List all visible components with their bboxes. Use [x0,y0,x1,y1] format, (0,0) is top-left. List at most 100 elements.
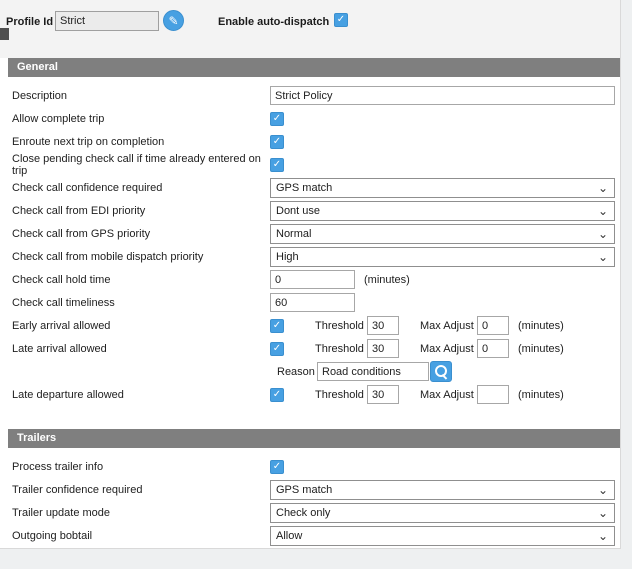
row-label: Late arrival allowed [12,343,270,355]
outgoing-bobtail-select[interactable]: Allow ⌄ [270,526,615,546]
late-arrival-checkbox[interactable]: ✓ [270,342,284,356]
process-trailer-info-checkbox[interactable]: ✓ [270,460,284,474]
row-close-pending-check-call: Close pending check call if time already… [12,153,620,176]
row-process-trailer-info: Process trailer info ✓ [12,455,620,478]
threshold-label: Threshold [315,343,367,355]
unit-label: (minutes) [518,389,564,401]
row-outgoing-bobtail: Outgoing bobtail Allow ⌄ [12,524,620,547]
late-arrival-max-adjust-input[interactable] [477,339,509,358]
top-bar: Profile Id ✎ Enable auto-dispatch ✓ [0,0,620,58]
row-label: Allow complete trip [12,113,270,125]
row-label: Check call from EDI priority [12,205,270,217]
chevron-down-icon: ⌄ [598,183,608,193]
check-icon: ✓ [273,461,281,473]
hold-time-input[interactable] [270,270,355,289]
reason-search-button[interactable] [430,361,452,382]
section-header-trailers: Trailers [8,429,620,448]
late-departure-checkbox[interactable]: ✓ [270,388,284,402]
select-value: High [276,251,299,263]
row-label: Process trailer info [12,461,270,473]
chevron-down-icon: ⌄ [598,252,608,262]
row-edi-priority: Check call from EDI priority Dont use ⌄ [12,199,620,222]
threshold-label: Threshold [315,320,367,332]
edi-priority-select[interactable]: Dont use ⌄ [270,201,615,221]
row-gps-priority: Check call from GPS priority Normal ⌄ [12,222,620,245]
row-timeliness: Check call timeliness [12,291,620,314]
profile-id-label: Profile Id [6,16,53,28]
row-label: Trailer update mode [12,507,270,519]
edit-profile-button[interactable]: ✎ [163,10,184,31]
enable-auto-dispatch-label: Enable auto-dispatch [218,16,329,28]
row-reason: Reason [12,360,620,383]
chevron-down-icon: ⌄ [598,229,608,239]
row-label: Close pending check call if time already… [12,153,270,177]
timeliness-input[interactable] [270,293,355,312]
search-icon [435,365,448,378]
close-pending-check-call-checkbox[interactable]: ✓ [270,158,284,172]
check-icon: ✓ [273,113,281,125]
row-allow-complete-trip: Allow complete trip ✓ [12,107,620,130]
row-trailer-update-mode: Trailer update mode Check only ⌄ [12,501,620,524]
max-adjust-label: Max Adjust [420,343,477,355]
early-arrival-checkbox[interactable]: ✓ [270,319,284,333]
early-arrival-threshold-input[interactable] [367,316,399,335]
chevron-down-icon: ⌄ [598,508,608,518]
unit-label: (minutes) [364,274,410,286]
trailer-confidence-select[interactable]: GPS match ⌄ [270,480,615,500]
row-label: Check call from mobile dispatch priority [12,251,270,263]
select-value: Normal [276,228,311,240]
profile-id-input[interactable] [55,11,159,31]
check-icon: ✓ [273,136,281,148]
row-label: Description [12,90,270,102]
section-header-general: General [8,58,620,77]
row-trailer-confidence: Trailer confidence required GPS match ⌄ [12,478,620,501]
row-label: Enroute next trip on completion [12,136,270,148]
check-icon: ✓ [273,389,281,401]
enroute-next-trip-checkbox[interactable]: ✓ [270,135,284,149]
threshold-label: Threshold [315,389,367,401]
row-label: Outgoing bobtail [12,530,270,542]
unit-label: (minutes) [518,343,564,355]
row-late-arrival: Late arrival allowed ✓ Threshold Max Adj… [12,337,620,360]
row-hold-time: Check call hold time (minutes) [12,268,620,291]
mobile-priority-select[interactable]: High ⌄ [270,247,615,267]
row-early-arrival: Early arrival allowed ✓ Threshold Max Ad… [12,314,620,337]
trailer-update-mode-select[interactable]: Check only ⌄ [270,503,615,523]
late-arrival-threshold-input[interactable] [367,339,399,358]
max-adjust-label: Max Adjust [420,389,477,401]
row-description: Description [12,84,620,107]
chevron-down-icon: ⌄ [598,485,608,495]
allow-complete-trip-checkbox[interactable]: ✓ [270,112,284,126]
pencil-icon: ✎ [168,14,178,28]
chevron-down-icon: ⌄ [598,206,608,216]
enable-auto-dispatch-checkbox[interactable]: ✓ [334,13,348,27]
early-arrival-max-adjust-input[interactable] [477,316,509,335]
max-adjust-label: Max Adjust [420,320,477,332]
row-late-departure: Late departure allowed ✓ Threshold Max A… [12,383,620,406]
row-label: Check call hold time [12,274,270,286]
select-value: GPS match [276,484,332,496]
row-mobile-priority: Check call from mobile dispatch priority… [12,245,620,268]
description-input[interactable] [270,86,615,105]
chevron-down-icon: ⌄ [598,531,608,541]
late-departure-max-adjust-input[interactable] [477,385,509,404]
select-value: Allow [276,530,302,542]
row-check-call-confidence: Check call confidence required GPS match… [12,176,620,199]
gps-priority-select[interactable]: Normal ⌄ [270,224,615,244]
general-rows: Description Allow complete trip ✓ Enrout… [0,77,620,412]
row-enroute-next-trip: Enroute next trip on completion ✓ [12,130,620,153]
select-value: Check only [276,507,330,519]
late-departure-threshold-input[interactable] [367,385,399,404]
row-label: Early arrival allowed [12,320,270,332]
settings-panel: Profile Id ✎ Enable auto-dispatch ✓ Gene… [0,0,621,549]
check-icon: ✓ [273,159,281,171]
check-call-confidence-select[interactable]: GPS match ⌄ [270,178,615,198]
row-label: Check call from GPS priority [12,228,270,240]
unit-label: (minutes) [518,320,564,332]
select-value: GPS match [276,182,332,194]
splitter-handle [0,28,9,40]
select-value: Dont use [276,205,320,217]
reason-input[interactable] [317,362,429,381]
row-label: Late departure allowed [12,389,270,401]
check-icon: ✓ [273,343,281,355]
